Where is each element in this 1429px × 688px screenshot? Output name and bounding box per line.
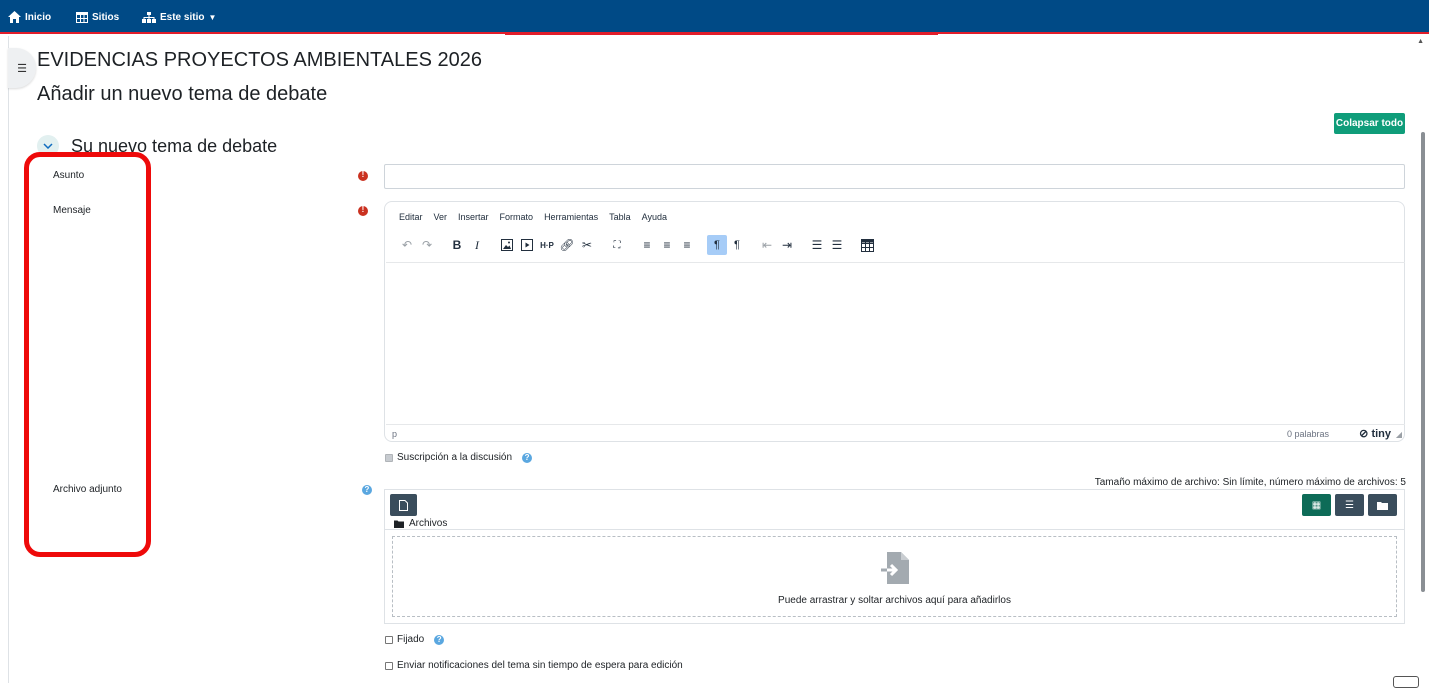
view-tree-button[interactable] xyxy=(1368,494,1397,516)
menu-table[interactable]: Tabla xyxy=(609,212,631,222)
nav-this-site[interactable]: Este sitio ▼ xyxy=(142,10,216,24)
h5p-icon[interactable]: H·P xyxy=(537,235,557,255)
folder-icon xyxy=(394,520,404,528)
undo-icon[interactable]: ↶ xyxy=(397,235,417,255)
pinned-row: Fijado ? xyxy=(385,634,445,645)
editor-toolbar: ↶ ↷ B I H·P 🔗︎ ✂︎ ⛶ ≡ ≡ ≡ ¶ ¶ ⇤ ⇥ ☰ ☰ xyxy=(397,235,877,255)
add-file-button[interactable] xyxy=(390,494,417,516)
view-switcher: ▦ ☰ xyxy=(1302,494,1397,516)
tiny-brand-text: tiny xyxy=(1371,428,1391,440)
folder-path[interactable]: Archivos xyxy=(394,518,447,529)
menu-insert[interactable]: Insertar xyxy=(458,212,489,222)
scroll-to-top-button[interactable] xyxy=(1393,676,1419,688)
outdent-icon[interactable]: ⇤ xyxy=(757,235,777,255)
file-dropzone[interactable]: Puede arrastrar y soltar archivos aquí p… xyxy=(392,536,1397,617)
nav-sites-label: Sitios xyxy=(92,11,120,23)
nav-home[interactable]: Inicio xyxy=(8,10,51,24)
folder-icon xyxy=(1377,501,1388,510)
collapse-all-button[interactable]: Colapsar todo xyxy=(1334,113,1405,134)
highlight-annotation xyxy=(24,152,151,557)
help-icon[interactable]: ? xyxy=(522,452,533,463)
dropzone-text: Puede arrastrar y soltar archivos aquí p… xyxy=(778,595,1011,606)
top-navbar: Inicio Sitios Este sitio ▼ xyxy=(0,0,1429,35)
bullet-list-icon[interactable]: ☰ xyxy=(807,235,827,255)
resize-handle-icon[interactable]: ◢ xyxy=(1396,430,1402,439)
nav-sites[interactable]: Sitios xyxy=(76,10,119,24)
editor-statusbar: p 0 palabras ⊘ tiny ◢ xyxy=(386,424,1405,442)
rtl-icon[interactable]: ¶ xyxy=(727,235,747,255)
bold-icon[interactable]: B xyxy=(447,235,467,255)
home-icon xyxy=(8,11,21,23)
nav-this-site-label: Este sitio xyxy=(160,11,205,23)
editor-menubar: Editar Ver Insertar Formato Herramientas… xyxy=(399,212,667,222)
help-icon[interactable]: ? xyxy=(434,634,445,645)
menu-edit[interactable]: Editar xyxy=(399,212,423,222)
grid-icon xyxy=(76,11,88,23)
media-icon[interactable] xyxy=(517,235,537,255)
upload-file-icon xyxy=(881,552,909,584)
folder-name: Archivos xyxy=(409,518,448,529)
element-path[interactable]: p xyxy=(392,429,397,439)
ltr-icon[interactable]: ¶ xyxy=(707,235,727,255)
list-icon: ☰ xyxy=(17,62,27,75)
tiny-brand[interactable]: ⊘ tiny xyxy=(1359,427,1391,440)
scrollbar-thumb[interactable] xyxy=(1421,132,1425,592)
view-list-button[interactable]: ☰ xyxy=(1335,494,1364,516)
required-icon xyxy=(358,205,368,216)
subscription-label: Suscripción a la discusión xyxy=(397,452,513,463)
pinned-checkbox[interactable] xyxy=(385,635,393,644)
image-icon[interactable] xyxy=(497,235,517,255)
word-count[interactable]: 0 palabras xyxy=(1287,429,1329,439)
menu-tools[interactable]: Herramientas xyxy=(544,212,598,222)
sitemap-icon xyxy=(142,11,156,23)
view-icons-button[interactable]: ▦ xyxy=(1302,494,1331,516)
fullscreen-icon[interactable]: ⛶ xyxy=(607,235,627,255)
menu-help[interactable]: Ayuda xyxy=(642,212,667,222)
message-editor[interactable]: Editar Ver Insertar Formato Herramientas… xyxy=(384,201,1405,442)
required-icon xyxy=(358,170,368,181)
file-manager: ▦ ☰ Archivos Puede arrastrar y soltar ar… xyxy=(384,489,1405,624)
grid-icon: ▦ xyxy=(1311,499,1322,511)
course-index-toggle[interactable]: ☰ xyxy=(8,48,36,88)
file-icon xyxy=(399,499,408,511)
pinned-label: Fijado xyxy=(397,634,425,645)
max-file-size: Tamaño máximo de archivo: Sin límite, nú… xyxy=(1094,477,1406,488)
tiny-logo-icon: ⊘ xyxy=(1359,428,1369,440)
help-icon[interactable]: ? xyxy=(362,485,372,495)
indent-icon[interactable]: ⇥ xyxy=(777,235,797,255)
align-center-icon[interactable]: ≡ xyxy=(657,235,677,255)
align-right-icon[interactable]: ≡ xyxy=(677,235,697,255)
toolbar-divider xyxy=(386,262,1405,263)
subject-input[interactable] xyxy=(384,164,1405,189)
menu-view[interactable]: Ver xyxy=(434,212,448,222)
caret-down-icon: ▼ xyxy=(208,12,217,22)
nav-home-label: Inicio xyxy=(25,11,52,23)
notify-label: Enviar notificaciones del tema sin tiemp… xyxy=(397,660,683,671)
align-left-icon[interactable]: ≡ xyxy=(637,235,657,255)
italic-icon[interactable]: I xyxy=(467,235,487,255)
path-divider xyxy=(385,529,1404,530)
notify-checkbox[interactable] xyxy=(385,661,393,670)
unlink-icon[interactable]: ✂︎ xyxy=(577,235,597,255)
course-title: EVIDENCIAS PROYECTOS AMBIENTALES 2026 xyxy=(37,49,482,71)
numbered-list-icon[interactable]: ☰ xyxy=(827,235,847,255)
form-title: Añadir un nuevo tema de debate xyxy=(37,83,328,105)
nav-accent-line xyxy=(505,34,938,35)
table-icon[interactable] xyxy=(857,235,877,255)
page-border xyxy=(8,36,9,683)
notify-row: Enviar notificaciones del tema sin tiemp… xyxy=(385,660,683,671)
link-icon[interactable]: 🔗︎ xyxy=(557,235,577,255)
redo-icon[interactable]: ↷ xyxy=(417,235,437,255)
menu-format[interactable]: Formato xyxy=(500,212,534,222)
subscription-checkbox[interactable] xyxy=(385,453,393,462)
subscription-row: Suscripción a la discusión ? xyxy=(385,452,533,463)
scroll-up-icon[interactable]: ▲ xyxy=(1417,38,1424,45)
list-icon: ☰ xyxy=(1345,499,1354,511)
